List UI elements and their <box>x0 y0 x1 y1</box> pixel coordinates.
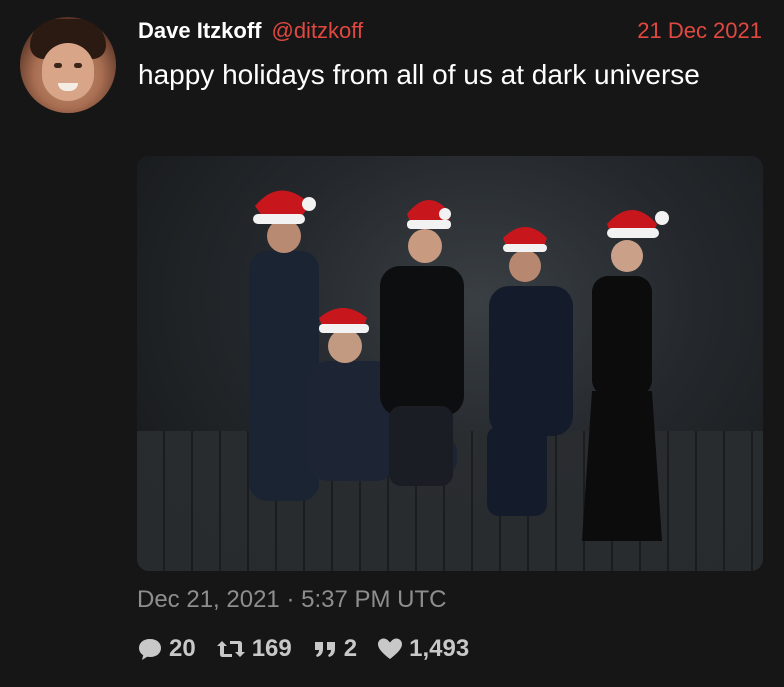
avatar-eye-left <box>54 63 62 68</box>
reply-count: 20 <box>169 635 196 662</box>
quote-icon <box>314 642 335 657</box>
reply-stat[interactable]: 20 <box>137 635 196 663</box>
tweet-header: Dave Itzkoff @ditzkoff 21 Dec 2021 <box>138 16 762 46</box>
person-5-figure <box>582 210 669 541</box>
group-photo-illustration <box>249 190 669 541</box>
heart-icon <box>378 638 403 659</box>
author-avatar[interactable] <box>20 17 116 113</box>
author-handle[interactable]: @ditzkoff <box>271 18 363 44</box>
like-stat[interactable]: 1,493 <box>377 635 469 663</box>
quote-count: 2 <box>343 635 358 662</box>
quote-stat[interactable]: 2 <box>312 635 357 663</box>
person-3-figure <box>380 200 464 486</box>
retweet-icon <box>216 641 245 657</box>
speech-bubble-icon <box>139 639 161 660</box>
tweet-image[interactable] <box>137 156 763 571</box>
avatar-face <box>42 43 94 101</box>
author-name[interactable]: Dave Itzkoff <box>138 18 261 44</box>
tweet-stats: 20 169 2 1,493 <box>137 634 469 664</box>
person-4-figure <box>487 227 573 516</box>
tweet-timestamp[interactable]: Dec 21, 2021 · 5:37 PM UTC <box>137 586 446 614</box>
avatar-eye-right <box>74 63 82 68</box>
retweet-stat[interactable]: 169 <box>216 635 292 663</box>
tweet-text: happy holidays from all of us at dark un… <box>138 59 700 90</box>
retweet-count: 169 <box>251 635 292 662</box>
tweet-date-link[interactable]: 21 Dec 2021 <box>637 18 762 44</box>
like-count: 1,493 <box>409 635 470 662</box>
